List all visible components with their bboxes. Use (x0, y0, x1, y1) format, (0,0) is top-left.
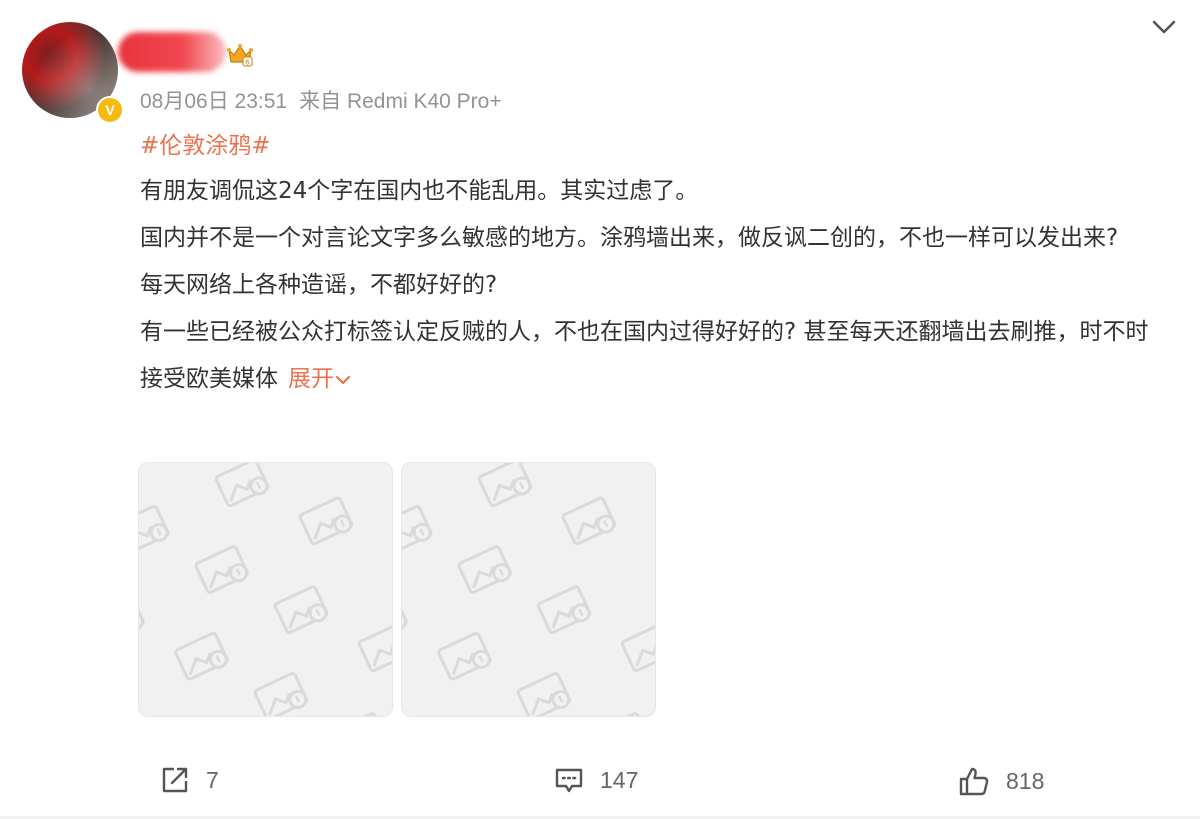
like-count: 818 (1006, 767, 1045, 794)
chevron-down-icon (335, 375, 351, 384)
comment-count: 147 (600, 766, 639, 793)
post-content: 有朋友调侃这24个字在国内也不能乱用。其实过虑了。 国内并不是一个对言论文字多么… (140, 168, 1170, 403)
post-date[interactable]: 08月06日 23:51 (140, 90, 287, 113)
hashtag-link[interactable]: #伦敦涂鸦# (140, 126, 271, 160)
post-meta: 08月06日 23:51 来自 Redmi K40 Pro+ (140, 85, 502, 115)
share-count: 7 (206, 766, 219, 793)
username-redacted[interactable] (118, 32, 226, 72)
avatar-container[interactable]: V (22, 22, 124, 124)
post-paragraph: 国内并不是一个对言论文字多么敏感的地方。涂鸦墙出来，做反讽二创的，不也一样可以发… (140, 225, 1119, 251)
image-placeholder-icon (139, 463, 392, 716)
post-paragraph-last: 有一些已经被公众打标签认定反贼的人，不也在国内过得好好的? 甚至每天还翻墙出去刷… (140, 309, 1170, 403)
like-icon (959, 767, 989, 796)
expand-link[interactable]: 展开 (288, 366, 352, 392)
image-placeholder[interactable] (401, 462, 656, 717)
chevron-down-icon[interactable] (1148, 14, 1180, 40)
verified-icon: V (96, 96, 124, 124)
post-source: 来自 Redmi K40 Pro+ (299, 90, 502, 113)
image-placeholder[interactable] (138, 462, 393, 717)
comment-icon (555, 768, 583, 793)
like-button[interactable]: 818 (958, 765, 1044, 797)
svg-text:6: 6 (245, 59, 250, 67)
share-button[interactable]: 7 (160, 765, 219, 795)
image-grid (138, 462, 656, 717)
post-paragraph: 每天网络上各种造谣，不都好好的? (140, 272, 498, 298)
share-icon (162, 767, 188, 793)
comment-button[interactable]: 147 (554, 765, 638, 795)
expand-label[interactable]: 展开 (288, 366, 334, 392)
action-bar: 7 147 818 (0, 757, 1200, 807)
vip-crown-icon: 6 (227, 44, 253, 67)
image-placeholder-icon (402, 463, 655, 716)
post-paragraph: 有朋友调侃这24个字在国内也不能乱用。其实过虑了。 (140, 178, 699, 204)
